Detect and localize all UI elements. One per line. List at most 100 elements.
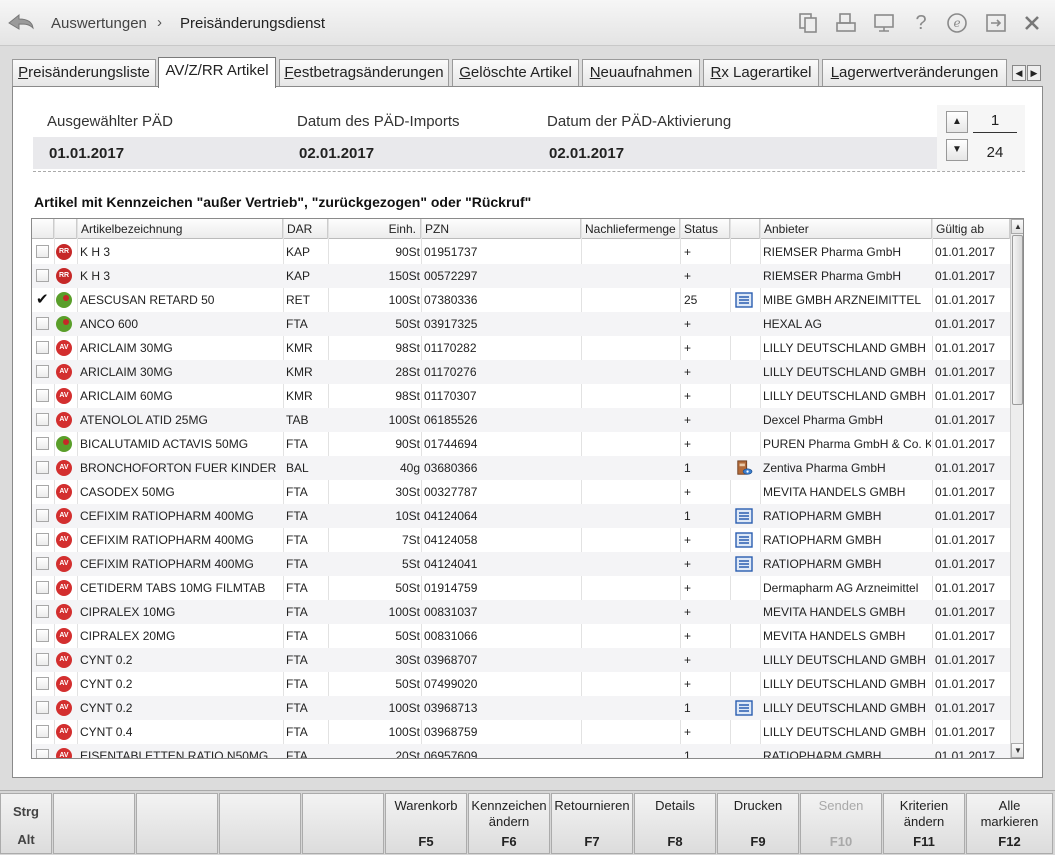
fkey-empty-0-button[interactable] [53,793,135,854]
row-checkbox[interactable] [36,557,49,570]
row-checkbox[interactable] [36,605,49,618]
vertical-scrollbar[interactable]: ▲ ▼ [1010,219,1023,758]
col-header-name[interactable]: Artikelbezeichnung [77,219,283,239]
help-icon[interactable]: ? [910,12,932,34]
order-icon[interactable] [735,700,753,716]
fkey-retournieren-button[interactable]: Retournieren F7 [551,793,633,854]
row-checkbox[interactable] [36,533,49,546]
page-up-icon[interactable]: ▲ [946,111,968,133]
order-icon[interactable] [735,292,753,308]
row-checkbox[interactable] [36,461,49,474]
row-checkbox[interactable] [36,677,49,690]
col-header-gueltig-ab[interactable]: Gültig ab [932,219,1010,239]
row-checkbox[interactable] [36,749,49,758]
tab-preisaenderungsliste[interactable]: Preisänderungsliste [12,59,156,86]
row-checkbox[interactable] [36,317,49,330]
export-icon[interactable] [985,12,1007,34]
table-row[interactable]: AV CEFIXIM RATIOPHARM 400MG FTA 7St 04124058… [32,528,1010,552]
table-row[interactable]: AESCUSAN RETARD 50 RET 100St 07380336 25 MIBE… [32,288,1010,312]
modifier-alt[interactable]: Alt [1,832,51,847]
col-header-flag[interactable] [54,219,77,239]
stock-view-icon[interactable] [735,460,753,476]
table-row[interactable]: AV EISENTABLETTEN RATIO N50MG FTA 20St 06957… [32,744,1010,759]
table-row[interactable]: AV ATENOLOL ATID 25MG TAB 100St 06185526 + Dex… [32,408,1010,432]
order-icon[interactable] [735,532,753,548]
table-row[interactable]: ANCO 600 FTA 50St 03917325 + HEXAL AG 01.01.20… [32,312,1010,336]
fkey-kennzeichen-ändern-button[interactable]: Kennzeichen ändern F6 [468,793,550,854]
row-checkbox[interactable] [36,629,49,642]
tab-neuaufnahmen[interactable]: Neuaufnahmen [582,59,700,86]
table-row[interactable]: BICALUTAMID ACTAVIS 50MG FTA 90St 01744694 +… [32,432,1010,456]
tab-geloeschte-artikel[interactable]: Gelöschte Artikel [452,59,579,86]
table-row[interactable]: AV ARICLAIM 60MG KMR 98St 01170307 + LILLY DEU… [32,384,1010,408]
close-icon[interactable] [1021,12,1043,34]
tab-av-z-rr-artikel[interactable]: AV/Z/RR Artikel [158,57,276,88]
col-header-dar[interactable]: DAR [283,219,328,239]
scroll-up-icon[interactable]: ▲ [1011,219,1023,234]
table-row[interactable]: RR K H 3 KAP 150St 00572297 + RIEMSER Pharma G… [32,264,1010,288]
row-checkbox[interactable] [36,485,49,498]
col-header-status[interactable]: Status [680,219,730,239]
info-e-icon[interactable]: e [946,12,968,34]
col-header-anbieter[interactable]: Anbieter [760,219,932,239]
row-checkbox[interactable] [36,365,49,378]
scroll-down-icon[interactable]: ▼ [1011,743,1023,758]
modifier-strg[interactable]: Strg [1,804,51,819]
order-icon[interactable] [735,508,753,524]
fkey-empty-3-button[interactable] [302,793,384,854]
tab-festbetragsaenderungen[interactable]: Festbetragsänderungen [279,59,449,86]
row-checkbox[interactable] [36,413,49,426]
col-header-pzn[interactable]: PZN [421,219,581,239]
table-row[interactable]: AV CEFIXIM RATIOPHARM 400MG FTA 10St 0412406… [32,504,1010,528]
breadcrumb-parent[interactable]: Auswertungen [51,15,147,32]
row-checkbox[interactable] [36,725,49,738]
tab-scroll-right-icon[interactable]: ▶ [1027,65,1041,81]
fkey-kriterien-ändern-button[interactable]: Kriterien ändern F11 [883,793,965,854]
row-checkbox[interactable] [36,437,49,450]
table-row[interactable]: AV BRONCHOFORTON FUER KINDER BAL 40g 0368036… [32,456,1010,480]
table-row[interactable]: AV CYNT 0.4 FTA 100St 03968759 + LILLY DEUTSCH… [32,720,1010,744]
row-checkbox[interactable] [36,509,49,522]
row-checkbox[interactable] [36,269,49,282]
table-row[interactable]: AV CETIDERM TABS 10MG FILMTAB FTA 50St 01914… [32,576,1010,600]
print-icon[interactable] [835,12,857,34]
fkey-empty-1-button[interactable] [136,793,218,854]
scrollbar-thumb[interactable] [1012,235,1023,405]
table-row[interactable]: RR K H 3 KAP 90St 01951737 + RIEMSER Pharma Gm… [32,240,1010,264]
col-header-icon[interactable] [730,219,760,239]
fkey-details-button[interactable]: Details F8 [634,793,716,854]
table-row[interactable]: AV CYNT 0.2 FTA 100St 03968713 1 LILLY DEUTSCH… [32,696,1010,720]
fkey-alle-markieren-button[interactable]: Alle markieren F12 [966,793,1053,854]
fkey-senden-button[interactable]: Senden F10 [800,793,882,854]
tab-scroll-left-icon[interactable]: ◀ [1012,65,1026,81]
table-row[interactable]: AV ARICLAIM 30MG KMR 98St 01170282 + LILLY DEU… [32,336,1010,360]
copy-icon[interactable] [797,12,819,34]
page-down-icon[interactable]: ▼ [946,139,968,161]
table-row[interactable]: AV CASODEX 50MG FTA 30St 00327787 + MEVITA HAN… [32,480,1010,504]
row-checkbox[interactable] [36,245,49,258]
tab-rx-lagerartikel[interactable]: Rx Lagerartikel [703,59,819,86]
col-header-einh[interactable]: Einh. [328,219,421,239]
tab-lagerwertveraenderungen[interactable]: Lagerwertveränderungen [822,59,1007,86]
table-row[interactable]: AV CYNT 0.2 FTA 50St 07499020 + LILLY DEUTSCHL… [32,672,1010,696]
row-checkbox[interactable] [36,653,49,666]
row-checkbox[interactable] [36,701,49,714]
fkey-drucken-button[interactable]: Drucken F9 [717,793,799,854]
row-checkbox[interactable] [36,290,49,308]
fkey-warenkorb-button[interactable]: Warenkorb F5 [385,793,467,854]
col-header-check[interactable] [32,219,54,239]
table-row[interactable]: AV CIPRALEX 10MG FTA 100St 00831037 + MEVITA H… [32,600,1010,624]
row-checkbox[interactable] [36,581,49,594]
row-checkbox[interactable] [36,341,49,354]
cell-einh: 20St [395,749,420,759]
order-icon[interactable] [735,556,753,572]
table-row[interactable]: AV CEFIXIM RATIOPHARM 400MG FTA 5St 04124041… [32,552,1010,576]
fkey-empty-2-button[interactable] [219,793,301,854]
table-row[interactable]: AV CIPRALEX 20MG FTA 50St 00831066 + MEVITA HA… [32,624,1010,648]
row-checkbox[interactable] [36,389,49,402]
monitor-icon[interactable] [873,12,895,34]
table-row[interactable]: AV CYNT 0.2 FTA 30St 03968707 + LILLY DEUTSCHL… [32,648,1010,672]
table-row[interactable]: AV ARICLAIM 30MG KMR 28St 01170276 + LILLY DEU… [32,360,1010,384]
back-arrow-icon[interactable] [6,8,36,38]
col-header-nachliefermenge[interactable]: Nachliefermenge [581,219,680,239]
